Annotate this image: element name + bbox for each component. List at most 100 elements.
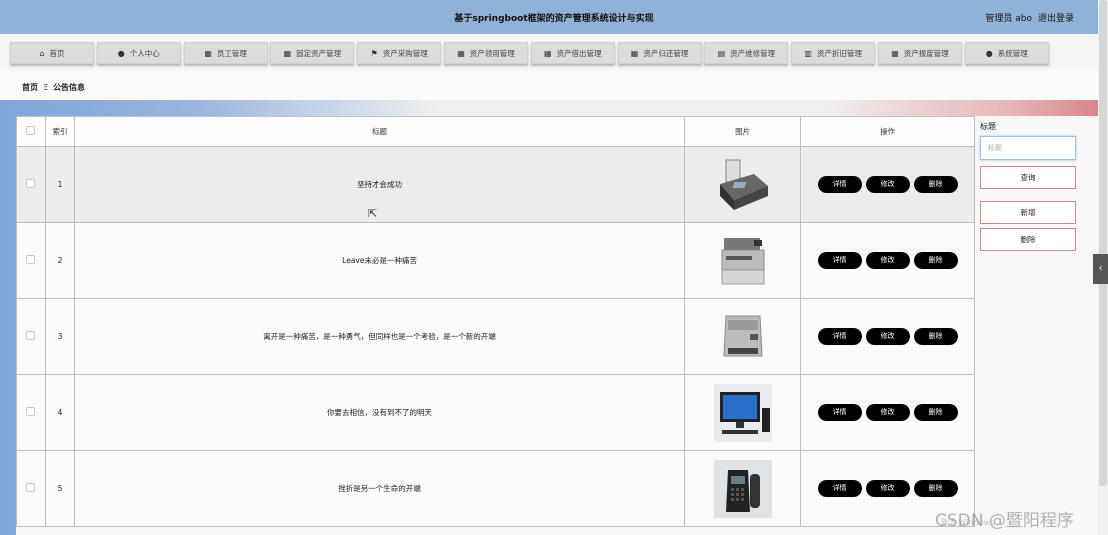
row-checkbox[interactable] <box>26 483 36 492</box>
nav-item-label: 系统管理 <box>997 48 1028 58</box>
row-ops: 详情 修改 删除 <box>800 298 975 375</box>
fax-image <box>714 156 772 214</box>
row-image-cell <box>684 450 802 527</box>
table-row[interactable]: 3 离开是一种痛苦，是一种勇气，但同样也是一个考验，是一个新的开端 详情 修改 删除 <box>16 298 975 375</box>
grid-icon: ▦ <box>630 48 639 58</box>
breadcrumb-home[interactable]: 首页 <box>22 83 38 92</box>
nav-item-6[interactable]: ▦ 资产借出管理 <box>530 42 615 64</box>
delete-button[interactable]: 删除 <box>980 228 1076 251</box>
chevron-left-icon[interactable]: ‹ <box>1093 254 1108 284</box>
row-checkbox[interactable] <box>26 407 36 416</box>
row-checkbox-cell <box>16 298 46 375</box>
breadcrumb-bar: 首页 Ξ 公告信息 <box>0 70 1098 102</box>
detail-button[interactable]: 详情 <box>817 252 862 269</box>
row-title: 坚持才会成功 <box>73 146 686 223</box>
row-checkbox[interactable] <box>26 255 36 264</box>
nav-item-label: 资产维修管理 <box>730 48 776 58</box>
row-image-cell <box>684 146 802 223</box>
row-index: 5 <box>44 450 75 527</box>
nav-item-label: 资产报废管理 <box>903 48 949 58</box>
add-button[interactable]: 新增 <box>980 201 1076 224</box>
row-checkbox-cell <box>16 222 46 299</box>
nav-item-label: 员工管理 <box>216 48 247 58</box>
grid-icon: ▦ <box>457 48 465 58</box>
edit-button[interactable]: 修改 <box>865 480 910 497</box>
nav-item-10[interactable]: ▦ 资产报废管理 <box>877 42 962 64</box>
breadcrumb: 首页 Ξ 公告信息 <box>22 82 85 93</box>
nav-item-7[interactable]: ▦ 资产归还管理 <box>617 42 702 64</box>
detail-button[interactable]: 详情 <box>817 404 862 421</box>
edit-button[interactable]: 修改 <box>865 328 910 345</box>
search-sidebar: 标题 标题 查询 新增 删除 <box>980 121 1076 251</box>
row-delete-button[interactable]: 删除 <box>913 480 958 497</box>
nav-item-label: 固定资产管理 <box>296 48 342 58</box>
logout-link[interactable]: 退出登录 <box>1038 14 1074 24</box>
column-header-image: 图片 <box>684 116 802 147</box>
copier-image <box>714 232 772 290</box>
row-delete-button[interactable]: 删除 <box>913 404 958 421</box>
doc-icon: ▤ <box>717 48 726 58</box>
table-row[interactable]: 2 Leave未必是一种痛苦 详情 修改 删除 <box>16 222 975 299</box>
nav-item-label: 首页 <box>49 48 65 58</box>
nav-item-label: 个人中心 <box>129 48 160 58</box>
table-row[interactable]: 4 你要去相信，没有到不了的明天 详情 修改 删除 <box>16 374 975 451</box>
nav-item-label: 资产归还管理 <box>643 48 689 58</box>
user-label: 管理员 abo <box>985 14 1032 24</box>
nav-item-5[interactable]: ▦ 资产领用管理 <box>443 42 528 64</box>
row-ops: 详情 修改 删除 <box>800 222 975 299</box>
row-delete-button[interactable]: 删除 <box>913 176 958 193</box>
nav-item-11[interactable]: ● 系统管理 <box>964 42 1049 64</box>
row-title: Leave未必是一种痛苦 <box>73 222 686 299</box>
select-all-cell <box>16 116 46 147</box>
row-title: 挫折是另一个生命的开端 <box>73 450 686 527</box>
edit-button[interactable]: 修改 <box>865 404 910 421</box>
select-all-checkbox[interactable] <box>26 126 36 135</box>
nav-item-2[interactable]: ▦ 员工管理 <box>183 42 268 64</box>
user-icon: ● <box>985 48 993 58</box>
detail-button[interactable]: 详情 <box>817 176 862 193</box>
scrollbar-thumb[interactable] <box>1099 0 1107 486</box>
row-checkbox-cell <box>16 146 46 223</box>
column-header-title: 标题 <box>73 116 686 147</box>
row-index: 1 <box>44 146 75 223</box>
grid-icon: ▦ <box>544 48 552 58</box>
table-row[interactable]: 1 坚持才会成功 详情 修改 删除 <box>16 146 975 223</box>
grid-icon: ▦ <box>891 48 899 58</box>
row-delete-button[interactable]: 删除 <box>913 252 958 269</box>
row-ops: 详情 修改 删除 <box>800 146 975 223</box>
nav-item-3[interactable]: ▦ 固定资产管理 <box>270 42 355 64</box>
printer-image <box>714 308 772 366</box>
edit-button[interactable]: 修改 <box>865 252 910 269</box>
detail-button[interactable]: 详情 <box>817 328 862 345</box>
column-header-index: 索引 <box>44 116 75 147</box>
breadcrumb-current: 公告信息 <box>53 83 86 92</box>
bar-chart-icon: ▥ <box>804 48 812 58</box>
nav-item-9[interactable]: ▥ 资产折旧管理 <box>791 42 876 64</box>
nav-item-4[interactable]: ⚑ 资产采购管理 <box>357 42 442 64</box>
user-icon: ● <box>117 48 125 58</box>
csdn-watermark: CSDN @暨阳程序 <box>935 511 1074 531</box>
row-checkbox[interactable] <box>26 179 36 188</box>
user-area: 管理员 abo 退出登录 <box>979 11 1074 24</box>
nav-item-1[interactable]: ● 个人中心 <box>96 42 181 64</box>
nav-item-0[interactable]: ⌂ 首页 <box>10 42 94 64</box>
notice-table: 索引 标题 图片 操作 1 坚持才会成功 详情 修改 删除 2 Leave未必是一种痛苦 详情… <box>16 116 975 527</box>
edit-button[interactable]: 修改 <box>865 176 910 193</box>
grid-icon: ▦ <box>283 48 292 58</box>
nav-item-label: 资产采购管理 <box>382 48 428 58</box>
nav-item-8[interactable]: ▤ 资产维修管理 <box>704 42 789 64</box>
table-row[interactable]: 5 挫折是另一个生命的开端 详情 修改 删除 <box>16 450 975 527</box>
row-title: 离开是一种痛苦，是一种勇气，但同样也是一个考验，是一个新的开端 <box>73 298 686 375</box>
query-button[interactable]: 查询 <box>980 166 1076 189</box>
title-search-input[interactable]: 标题 <box>980 136 1076 160</box>
home-icon: ⌂ <box>39 48 45 58</box>
grid-icon: ▦ <box>204 48 212 58</box>
row-index: 4 <box>44 374 75 451</box>
table-header-row: 索引 标题 图片 操作 <box>16 116 975 147</box>
row-checkbox[interactable] <box>26 331 36 340</box>
row-image-cell <box>684 222 802 299</box>
detail-button[interactable]: 详情 <box>817 480 862 497</box>
nav-item-label: 资产折旧管理 <box>816 48 862 58</box>
row-delete-button[interactable]: 删除 <box>913 328 958 345</box>
mouse-cursor-icon: ⇱ <box>368 207 378 220</box>
